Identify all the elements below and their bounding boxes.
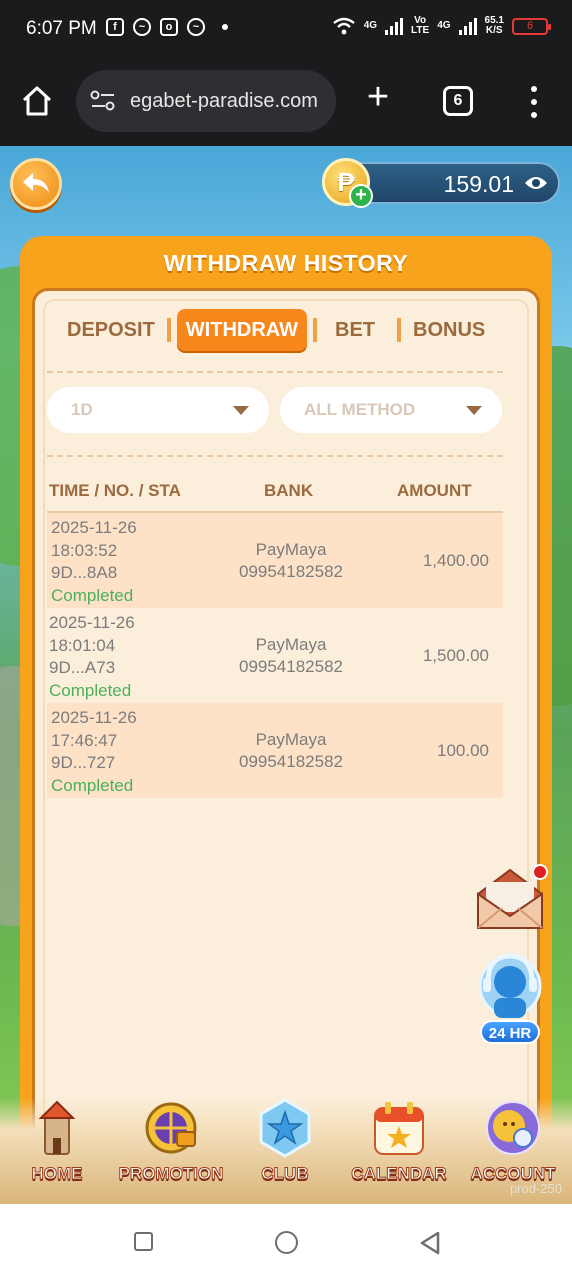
game-screen: 159.01 ₱ + WITHDRAW HISTORY DEPOSIT WITH… [0, 146, 572, 1204]
support-24hr-badge[interactable]: 24 HR [480, 1020, 540, 1044]
nav-home-label: HOME [31, 1164, 83, 1184]
eye-icon[interactable] [524, 174, 548, 192]
nav-promotion-label: PROMOTION [118, 1164, 224, 1184]
column-header-bank: BANK [264, 481, 314, 500]
star-shield-icon [259, 1098, 311, 1158]
avatar-icon [486, 1101, 540, 1155]
column-header-time: TIME / NO. / STA [49, 481, 181, 500]
volte-label: Vo LTE [411, 15, 430, 36]
withdraw-history-panel: WITHDRAW HISTORY DEPOSIT WITHDRAW BET BO… [20, 236, 552, 1204]
notification-dot [532, 864, 548, 880]
status-completed: Completed [51, 585, 134, 605]
period-select[interactable]: 1D [47, 387, 269, 433]
row-time-cell: 2025-11-26 17:46:47 9D...727 Completed [51, 707, 137, 797]
signal-icon-2 [458, 17, 477, 35]
panel-content: DEPOSIT WITHDRAW BET BONUS 1D ALL METHOD… [32, 288, 540, 1204]
recents-button[interactable] [134, 1232, 153, 1251]
nav-calendar[interactable]: CALENDAR [342, 1098, 456, 1204]
facebook-icon: f [106, 18, 124, 36]
balance-value: 159.01 [443, 171, 514, 197]
row-bank-cell: PayMaya 09954182582 [238, 730, 343, 771]
browser-toolbar: egabet-paradise.com + 6 [0, 60, 572, 146]
row-bank-cell: PayMaya 09954182582 [238, 635, 343, 676]
url-text: egabet-paradise.com [130, 89, 318, 112]
bottom-navigation: HOME PROMOTION CLUB CALENDAR ACCOUNT [0, 1098, 572, 1204]
row-time-cell: 2025-11-26 18:03:52 9D...8A8 Completed [51, 517, 137, 607]
row-time-cell: 2025-11-26 18:01:04 9D...A73 Completed [49, 612, 135, 702]
column-header-amount: AMOUNT [397, 481, 472, 500]
address-bar[interactable]: egabet-paradise.com [76, 70, 336, 132]
row-bank-cell: PayMaya 09954182582 [238, 540, 343, 581]
row-amount-cell: 100.00 [437, 741, 489, 760]
tab-switcher-button[interactable]: 6 [443, 86, 473, 116]
divider [47, 371, 503, 373]
back-button[interactable] [10, 158, 62, 210]
status-time: 6:07 PM [26, 18, 97, 39]
system-navigation-bar [0, 1204, 572, 1280]
status-completed: Completed [51, 775, 134, 795]
signal-icon [385, 17, 404, 35]
build-tag: prod-250 [509, 1181, 562, 1196]
table-header: TIME / NO. / STA BANK AMOUNT [47, 481, 503, 507]
status-bar: 6:07 PM f ~ o ~ 4G Vo LTE 4G 65.1 K/S 6 [0, 0, 572, 60]
notification-icons: f ~ o ~ [106, 18, 228, 36]
tab-divider [166, 318, 171, 342]
instagram-icon: o [160, 18, 178, 36]
panel-title: WITHDRAW HISTORY [163, 250, 409, 276]
home-icon[interactable] [20, 84, 54, 118]
net-speed: 65.1 K/S [484, 15, 504, 36]
castle-icon [38, 1100, 76, 1155]
battery-icon: 6 [512, 17, 551, 35]
tab-divider [397, 318, 401, 342]
messenger-icon: ~ [133, 18, 151, 36]
tab-divider [313, 318, 317, 342]
divider [47, 455, 503, 457]
method-select[interactable]: ALL METHOD [280, 387, 502, 433]
chevron-down-icon [233, 406, 249, 415]
new-tab-button[interactable]: + [362, 78, 394, 116]
wheel-icon [145, 1102, 197, 1154]
more-notifications-icon [222, 24, 228, 30]
nav-home[interactable]: HOME [0, 1098, 114, 1204]
status-completed: Completed [49, 680, 132, 700]
nav-club[interactable]: CLUB [228, 1098, 342, 1204]
browser-menu-button[interactable] [524, 86, 544, 118]
nav-calendar-label: CALENDAR [351, 1164, 447, 1184]
home-button[interactable] [275, 1231, 298, 1254]
table-row[interactable]: 2025-11-26 17:46:47 9D...727 Completed P… [47, 703, 503, 798]
back-arrow-icon [23, 173, 49, 193]
site-settings-icon[interactable] [90, 90, 116, 112]
network-4g-label-2: 4G [437, 20, 451, 31]
history-tabs: DEPOSIT WITHDRAW BET BONUS [47, 307, 517, 353]
chevron-down-icon [466, 406, 482, 415]
balance-display: 159.01 [340, 162, 560, 204]
calendar-icon [374, 1102, 424, 1155]
table-row[interactable]: 2025-11-26 18:03:52 9D...8A8 Completed P… [47, 513, 503, 608]
wifi-icon [332, 17, 355, 35]
row-amount-cell: 1,400.00 [422, 551, 489, 570]
back-triangle-icon[interactable] [418, 1230, 442, 1256]
nav-promotion[interactable]: PROMOTION [114, 1098, 228, 1204]
network-4g-label: 4G [363, 20, 378, 31]
period-select-value: 1D [71, 400, 93, 419]
table-row[interactable]: 2025-11-26 18:01:04 9D...A73 Completed P… [47, 608, 503, 703]
row-amount-cell: 1,500.00 [422, 646, 489, 665]
tab-bet[interactable]: BET [335, 309, 375, 351]
add-funds-button[interactable]: + [349, 184, 373, 208]
tab-withdraw[interactable]: WITHDRAW [176, 309, 307, 351]
tab-bonus[interactable]: BONUS [413, 309, 485, 351]
nav-club-label: CLUB [261, 1164, 309, 1184]
method-select-value: ALL METHOD [304, 400, 416, 419]
messenger-icon: ~ [187, 18, 205, 36]
system-icons: 4G Vo LTE 4G 65.1 K/S 6 [332, 15, 551, 36]
tab-deposit[interactable]: DEPOSIT [67, 309, 155, 351]
